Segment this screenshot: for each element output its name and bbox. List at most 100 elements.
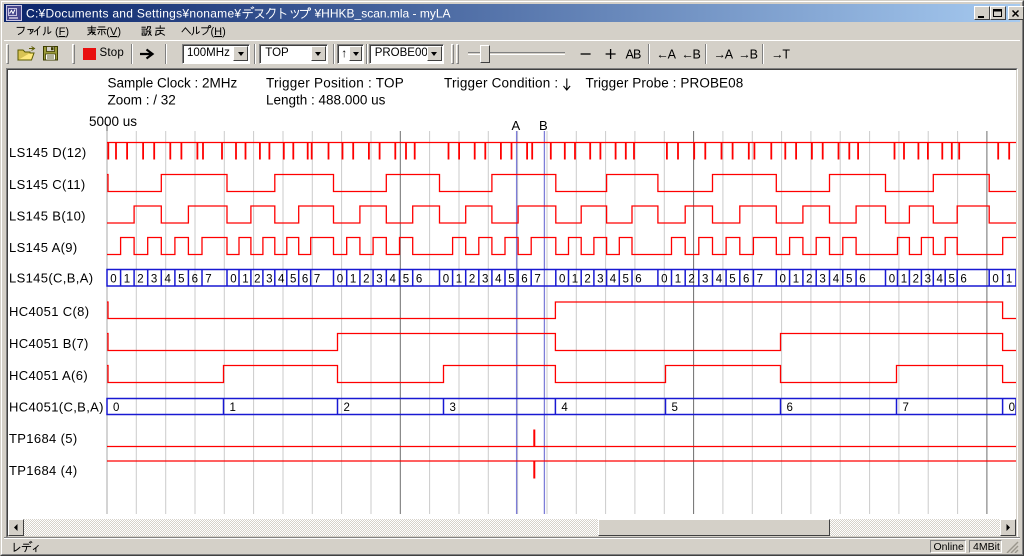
svg-text:HC4051 C(8): HC4051 C(8) bbox=[9, 304, 89, 319]
svg-text:6: 6 bbox=[859, 274, 865, 286]
svg-text:1: 1 bbox=[675, 274, 681, 286]
svg-text:(F): (F) bbox=[55, 26, 69, 38]
svg-text:0: 0 bbox=[230, 274, 236, 286]
svg-text:←B: ←B bbox=[681, 48, 700, 62]
svg-text:4: 4 bbox=[278, 274, 285, 286]
svg-text:3: 3 bbox=[376, 274, 382, 286]
svg-text:1: 1 bbox=[456, 274, 462, 286]
svg-text:1: 1 bbox=[572, 274, 578, 286]
svg-text:7: 7 bbox=[903, 402, 909, 414]
svg-text:5000 us: 5000 us bbox=[89, 114, 137, 129]
svg-text:6: 6 bbox=[302, 274, 308, 286]
svg-text:4: 4 bbox=[165, 274, 172, 286]
svg-text:0: 0 bbox=[661, 274, 667, 286]
svg-text:3: 3 bbox=[266, 274, 272, 286]
svg-text:LS145 C(11): LS145 C(11) bbox=[9, 177, 86, 192]
svg-text:2: 2 bbox=[254, 274, 260, 286]
svg-text:0: 0 bbox=[443, 274, 449, 286]
svg-text:6: 6 bbox=[521, 274, 527, 286]
svg-text:6: 6 bbox=[743, 274, 749, 286]
svg-text:LS145 A(9): LS145 A(9) bbox=[9, 240, 78, 255]
svg-text:6: 6 bbox=[960, 274, 966, 286]
svg-text:1: 1 bbox=[793, 274, 799, 286]
svg-text:5: 5 bbox=[508, 274, 514, 286]
svg-text:0: 0 bbox=[992, 274, 998, 286]
svg-text:2: 2 bbox=[137, 274, 143, 286]
svg-text:0: 0 bbox=[889, 274, 895, 286]
svg-text:C:¥Documents and Settings¥nona: C:¥Documents and Settings¥noname¥ bbox=[26, 7, 241, 21]
svg-text:LS145(C,B,A): LS145(C,B,A) bbox=[9, 271, 93, 286]
svg-text:4: 4 bbox=[561, 402, 568, 414]
svg-text:TP1684 (4): TP1684 (4) bbox=[9, 463, 78, 478]
svg-text:1: 1 bbox=[242, 274, 248, 286]
svg-text:HC4051 B(7): HC4051 B(7) bbox=[9, 336, 89, 351]
svg-text:←A: ←A bbox=[656, 48, 676, 62]
svg-text:4: 4 bbox=[390, 274, 397, 286]
svg-text:LS145 B(10): LS145 B(10) bbox=[9, 209, 86, 224]
svg-text:→B: →B bbox=[738, 48, 757, 62]
svg-text:Trigger Condition :: Trigger Condition : bbox=[444, 76, 558, 91]
svg-text:Trigger Probe : PROBE08: Trigger Probe : PROBE08 bbox=[586, 76, 744, 91]
svg-text:→A: →A bbox=[714, 48, 734, 62]
svg-text:2: 2 bbox=[344, 402, 350, 414]
svg-text:5: 5 bbox=[949, 274, 955, 286]
svg-text:TP1684 (5): TP1684 (5) bbox=[9, 431, 78, 446]
svg-text:0: 0 bbox=[113, 402, 119, 414]
svg-text:3: 3 bbox=[597, 274, 603, 286]
svg-text:B: B bbox=[539, 118, 548, 133]
svg-text:5: 5 bbox=[672, 402, 678, 414]
svg-text:4: 4 bbox=[833, 274, 840, 286]
svg-text:5: 5 bbox=[729, 274, 735, 286]
svg-text:4: 4 bbox=[716, 274, 723, 286]
svg-text:2: 2 bbox=[913, 274, 919, 286]
svg-text:5: 5 bbox=[846, 274, 852, 286]
svg-text:HC4051 A(6): HC4051 A(6) bbox=[9, 368, 88, 383]
svg-text:2: 2 bbox=[806, 274, 812, 286]
svg-text:5: 5 bbox=[178, 274, 184, 286]
svg-text:3: 3 bbox=[482, 274, 488, 286]
svg-text:AB: AB bbox=[626, 48, 642, 62]
svg-text:4: 4 bbox=[937, 274, 944, 286]
svg-text:3: 3 bbox=[702, 274, 708, 286]
svg-text:1: 1 bbox=[901, 274, 907, 286]
svg-text:1: 1 bbox=[230, 402, 236, 414]
svg-text:1: 1 bbox=[124, 274, 130, 286]
svg-text:0: 0 bbox=[780, 274, 786, 286]
svg-text:5: 5 bbox=[403, 274, 409, 286]
svg-text:0: 0 bbox=[559, 274, 565, 286]
svg-text:5: 5 bbox=[290, 274, 296, 286]
svg-text:¥HHKB_scan.mla - myLA: ¥HHKB_scan.mla - myLA bbox=[314, 7, 451, 21]
svg-text:6: 6 bbox=[416, 274, 422, 286]
svg-text:HC4051(C,B,A): HC4051(C,B,A) bbox=[9, 400, 104, 415]
svg-text:Zoom : / 32: Zoom : / 32 bbox=[108, 93, 176, 108]
svg-text:2: 2 bbox=[469, 274, 475, 286]
svg-text:Length : 488.000 us: Length : 488.000 us bbox=[266, 93, 386, 108]
svg-text:LS145 D(12): LS145 D(12) bbox=[9, 145, 87, 160]
svg-text:5: 5 bbox=[623, 274, 629, 286]
svg-text:0: 0 bbox=[110, 274, 116, 286]
svg-text:2: 2 bbox=[363, 274, 369, 286]
svg-text:Sample Clock : 2MHz: Sample Clock : 2MHz bbox=[108, 76, 238, 91]
svg-text:2: 2 bbox=[688, 274, 694, 286]
svg-text:1: 1 bbox=[350, 274, 356, 286]
svg-text:(H): (H) bbox=[211, 26, 226, 38]
svg-text:7: 7 bbox=[314, 274, 320, 286]
svg-text:3: 3 bbox=[925, 274, 931, 286]
svg-text:Trigger Position : TOP: Trigger Position : TOP bbox=[266, 76, 404, 91]
svg-text:7: 7 bbox=[205, 274, 211, 286]
svg-text:4: 4 bbox=[495, 274, 502, 286]
svg-text:6: 6 bbox=[635, 274, 641, 286]
svg-text:(V): (V) bbox=[106, 26, 121, 38]
svg-text:6: 6 bbox=[192, 274, 198, 286]
svg-text:0: 0 bbox=[337, 274, 343, 286]
svg-text:1: 1 bbox=[1006, 274, 1012, 286]
svg-text:4: 4 bbox=[610, 274, 617, 286]
svg-text:A: A bbox=[512, 118, 521, 133]
svg-text:→T: →T bbox=[771, 48, 790, 62]
svg-text:2: 2 bbox=[584, 274, 590, 286]
svg-text:3: 3 bbox=[151, 274, 157, 286]
svg-text:3: 3 bbox=[819, 274, 825, 286]
svg-text:7: 7 bbox=[534, 274, 540, 286]
svg-text:7: 7 bbox=[757, 274, 763, 286]
svg-text:0: 0 bbox=[1009, 402, 1015, 414]
